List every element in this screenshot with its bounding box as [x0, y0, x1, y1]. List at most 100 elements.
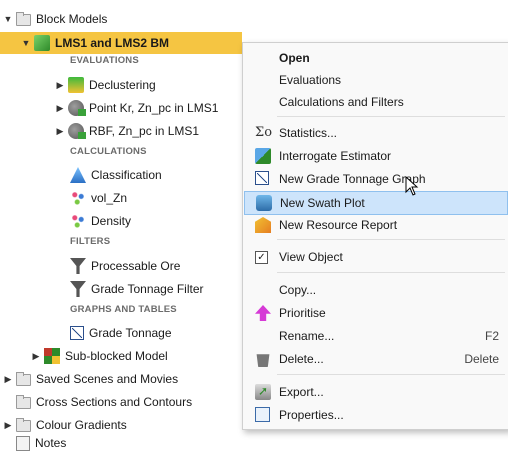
tree-item-density[interactable]: Density	[70, 210, 131, 232]
menu-item-label: Prioritise	[279, 306, 326, 320]
tree-item-rbf[interactable]: ▶ RBF, Zn_pc in LMS1	[54, 120, 199, 142]
section-header-evaluations: EVALUATIONS	[70, 52, 139, 70]
menu-item-rename[interactable]: Rename... F2	[243, 325, 508, 347]
tree-item-label: Declustering	[89, 78, 156, 92]
tree-item-label: Classification	[91, 168, 162, 182]
menu-separator	[277, 272, 505, 273]
menu-item-label: Rename...	[279, 329, 335, 343]
menu-item-prioritise[interactable]: Prioritise	[243, 302, 508, 324]
expand-down-icon[interactable]: ▼	[2, 8, 14, 30]
tree-item-cross-sections[interactable]: Cross Sections and Contours	[16, 391, 192, 413]
rbf-icon	[68, 123, 86, 139]
tree-item-vol-zn[interactable]: vol_Zn	[70, 187, 127, 209]
tree-item-declustering[interactable]: ▶ Declustering	[54, 74, 156, 96]
tree-item-label: Cross Sections and Contours	[36, 395, 193, 409]
menu-item-new-swath-plot[interactable]: New Swath Plot	[244, 191, 508, 215]
tree-item-label: Density	[91, 214, 132, 228]
expand-down-icon[interactable]: ▼	[20, 32, 32, 54]
interrogate-estimator-icon	[255, 148, 271, 164]
menu-item-statistics[interactable]: Σo Statistics...	[243, 122, 508, 144]
tree-item-sub-blocked[interactable]: ▶ Sub-blocked Model	[30, 345, 168, 367]
checkbox-checked-icon[interactable]: ✓	[255, 251, 268, 264]
filter-icon	[70, 258, 86, 274]
menu-item-view-object[interactable]: ✓ View Object	[243, 246, 508, 268]
menu-item-label: View Object	[279, 250, 343, 264]
graph-icon	[70, 326, 84, 340]
menu-separator	[277, 116, 505, 117]
shortcut-label: F2	[484, 329, 499, 343]
shortcut-label: Delete	[464, 352, 499, 366]
menu-item-interrogate-estimator[interactable]: Interrogate Estimator	[243, 145, 508, 167]
section-label: GRAPHS AND TABLES	[70, 304, 177, 315]
menu-item-label: Export...	[279, 385, 324, 399]
menu-item-new-resource-report[interactable]: New Resource Report	[243, 214, 508, 236]
block-model-icon	[34, 35, 50, 51]
tree-item-point-kr[interactable]: ▶ Point Kr, Zn_pc in LMS1	[54, 97, 218, 119]
tree-item-block-models[interactable]: ▼ Block Models	[2, 8, 107, 30]
tree-item-label: Grade Tonnage	[89, 326, 172, 340]
properties-icon	[255, 407, 270, 422]
menu-item-evaluations[interactable]: Evaluations	[243, 69, 508, 91]
declustering-icon	[68, 77, 84, 93]
menu-item-new-grade-tonnage-graph[interactable]: New Grade Tonnage Graph	[243, 168, 508, 190]
swath-plot-icon	[256, 195, 272, 211]
notes-icon	[16, 435, 30, 451]
menu-separator	[277, 239, 505, 240]
tree-item-grade-tonnage-filter[interactable]: Grade Tonnage Filter	[70, 278, 204, 300]
calculation-icon	[70, 190, 86, 206]
tree-item-label: LMS1 and LMS2 BM	[55, 36, 170, 50]
tree-item-lms-bm[interactable]: ▼ LMS1 and LMS2 BM	[0, 32, 242, 54]
expand-right-icon[interactable]: ▶	[2, 368, 14, 390]
tree-item-notes[interactable]: Notes	[16, 434, 66, 452]
tree-item-label: Block Models	[36, 12, 108, 26]
export-icon	[255, 380, 271, 402]
tree-item-label: vol_Zn	[91, 191, 128, 205]
tree-item-label: Saved Scenes and Movies	[36, 372, 179, 386]
menu-item-copy[interactable]: Copy...	[243, 279, 508, 301]
section-label: CALCULATIONS	[70, 146, 147, 157]
section-header-calculations: CALCULATIONS	[70, 143, 147, 161]
tree-item-colour-gradients[interactable]: ▶ Colour Gradients	[2, 414, 127, 436]
menu-item-label: Statistics...	[279, 126, 338, 140]
menu-item-label: New Swath Plot	[280, 196, 365, 210]
menu-item-label: Copy...	[279, 283, 317, 297]
menu-item-export[interactable]: Export...	[243, 380, 508, 403]
context-menu: Open Evaluations Calculations and Filter…	[242, 42, 508, 430]
tree-item-label: RBF, Zn_pc in LMS1	[89, 124, 200, 138]
resource-report-icon	[255, 217, 271, 233]
menu-item-label: New Grade Tonnage Graph	[279, 172, 426, 186]
menu-item-calculations-filters[interactable]: Calculations and Filters	[243, 91, 508, 113]
menu-item-label: Calculations and Filters	[279, 95, 404, 109]
kriging-icon	[68, 100, 86, 116]
graph-icon	[255, 171, 269, 185]
section-label: FILTERS	[70, 236, 111, 247]
expand-right-icon[interactable]: ▶	[54, 97, 66, 119]
expand-right-icon[interactable]: ▶	[2, 414, 14, 436]
folder-icon	[16, 12, 31, 26]
tree-item-label: Sub-blocked Model	[65, 349, 168, 363]
calculation-icon	[70, 213, 86, 229]
section-header-graphs: GRAPHS AND TABLES	[70, 301, 177, 319]
menu-item-label: Evaluations	[279, 73, 342, 87]
expand-right-icon[interactable]: ▶	[54, 120, 66, 142]
trash-icon	[256, 354, 270, 367]
menu-item-label: New Resource Report	[279, 218, 398, 232]
section-header-filters: FILTERS	[70, 233, 110, 251]
tree-item-processable-ore[interactable]: Processable Ore	[70, 255, 180, 277]
tree-item-saved-scenes[interactable]: ▶ Saved Scenes and Movies	[2, 368, 178, 390]
classification-icon	[70, 167, 86, 183]
tree-item-grade-tonnage[interactable]: Grade Tonnage	[70, 322, 172, 344]
menu-item-delete[interactable]: Delete... Delete	[243, 348, 508, 370]
expand-right-icon[interactable]: ▶	[30, 345, 42, 367]
sub-blocked-model-icon	[44, 348, 60, 364]
tree-item-label: Point Kr, Zn_pc in LMS1	[89, 101, 219, 115]
menu-item-properties[interactable]: Properties...	[243, 404, 508, 426]
tree-item-label: Colour Gradients	[36, 418, 127, 432]
menu-item-open[interactable]: Open	[243, 47, 508, 69]
menu-item-label: Open	[279, 51, 310, 65]
expand-right-icon[interactable]: ▶	[54, 74, 66, 96]
arrow-up-icon	[255, 305, 271, 321]
tree-item-classification[interactable]: Classification	[70, 164, 162, 186]
folder-icon	[16, 372, 31, 386]
menu-separator	[277, 374, 505, 375]
